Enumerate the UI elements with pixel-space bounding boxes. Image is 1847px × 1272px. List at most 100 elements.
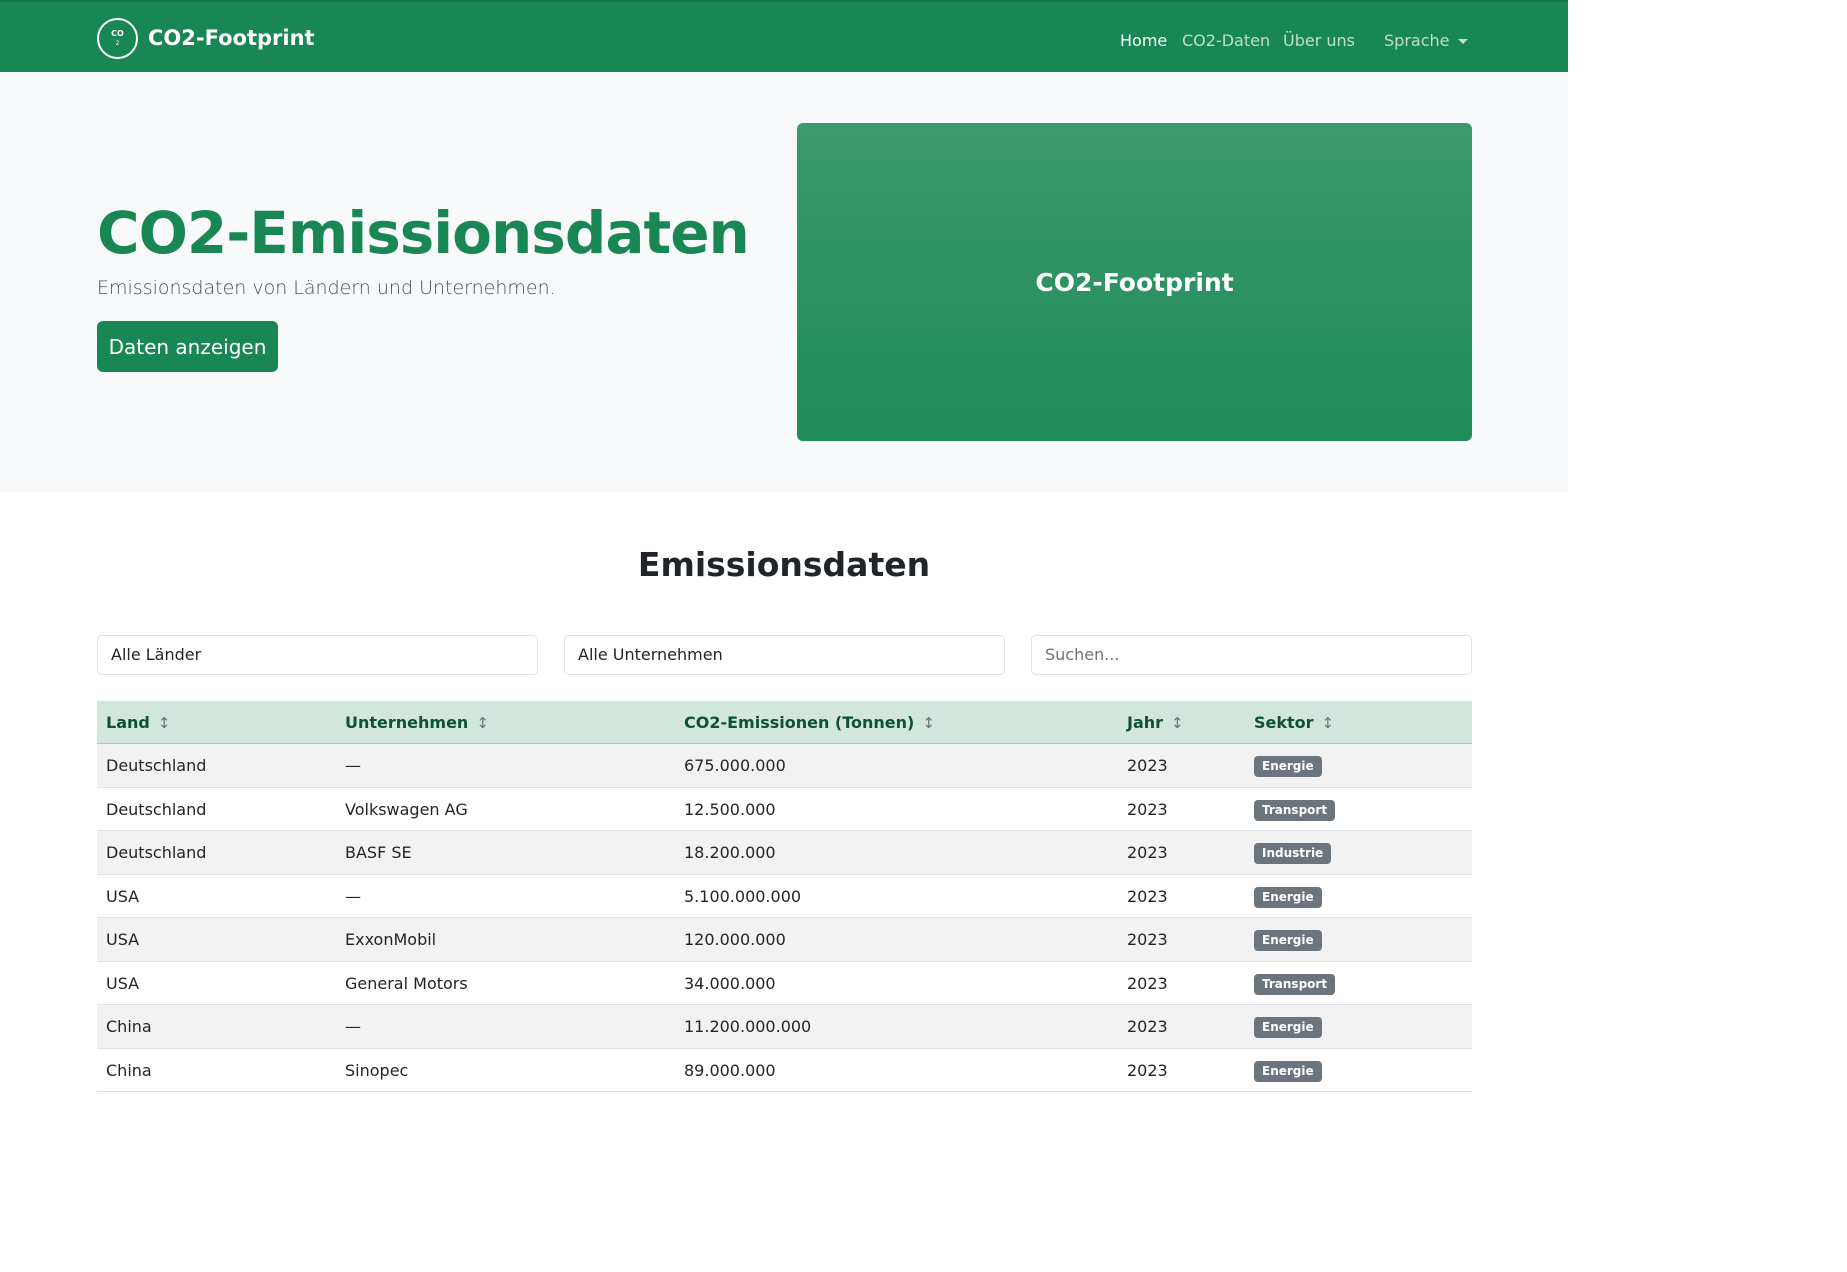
cell-sektor: Transport — [1254, 962, 1336, 1005]
cell-jahr: 2023 — [1127, 930, 1168, 949]
sort-icon: ↕ — [157, 714, 171, 732]
language-dropdown[interactable]: Sprache — [1384, 31, 1469, 50]
cell-sektor: Energie — [1254, 1005, 1322, 1048]
cell-jahr: 2023 — [1127, 1060, 1168, 1080]
navbar: CO 2 CO2-Footprint Home CO2-Daten Über u… — [0, 0, 1568, 72]
sector-badge: Industrie — [1254, 843, 1332, 864]
company-select[interactable]: Alle Unternehmen — [564, 635, 1005, 675]
country-select-value: Alle Länder — [111, 645, 202, 664]
cell-emissionen: 120.000.000 — [684, 930, 786, 949]
sector-badge: Energie — [1254, 930, 1322, 951]
table-row: China — 11.200.000.000 2023 Energie — [97, 1005, 1472, 1049]
cell-jahr: 2023 — [1127, 973, 1168, 993]
cell-unternehmen: General Motors — [345, 973, 468, 993]
cell-unternehmen: — — [345, 1017, 361, 1036]
cell-land: China — [106, 1060, 152, 1080]
emissions-table: Land ↕ Unternehmen ↕ CO2-Emissionen (Tonne… — [97, 701, 1472, 1092]
column-header-jahr[interactable]: Jahr ↕ — [1127, 701, 1184, 744]
nav-link-wrapper: Über uns — [1283, 28, 1355, 52]
sector-badge: Transport — [1254, 799, 1336, 821]
cell-land: Deutschland — [106, 756, 207, 775]
nav-link-wrapper: Sprache — [1384, 28, 1469, 52]
nav-link-home[interactable]: Home — [1120, 31, 1167, 50]
logo-subscript: 2 — [115, 39, 120, 47]
table-row: China Sinopec 89.000.000 2023 Energie — [97, 1049, 1472, 1092]
cell-jahr: 2023 — [1127, 799, 1168, 819]
cell-emissionen: 675.000.000 — [684, 756, 786, 775]
cell-jahr: 2023 — [1127, 756, 1168, 775]
column-label: Jahr — [1127, 713, 1164, 732]
brand-link[interactable]: CO 2 CO2-Footprint — [97, 16, 315, 60]
cell-unternehmen: Sinopec — [345, 1060, 409, 1080]
cell-emissionen: 11.200.000.000 — [684, 1017, 812, 1036]
table-row: USA General Motors 34.000.000 2023 Trans… — [97, 962, 1472, 1005]
sector-badge: Energie — [1254, 886, 1322, 908]
nav-link-wrapper: CO2-Daten — [1182, 28, 1270, 52]
hero-section: CO2-Emissionsdaten Emissionsdaten von Lä… — [0, 72, 1568, 492]
sort-icon: ↕ — [1171, 714, 1184, 732]
caret-down-icon — [1458, 38, 1469, 44]
cell-sektor: Transport — [1254, 788, 1336, 831]
sort-icon: ↕ — [476, 714, 489, 732]
hero-subtitle: Emissionsdaten von Ländern und Unternehm… — [97, 277, 556, 299]
cell-unternehmen: — — [345, 886, 361, 906]
column-header-emissionen[interactable]: CO2-Emissionen (Tonnen) ↕ — [684, 701, 935, 744]
nav-links: Home — [1120, 28, 1167, 52]
cell-land: USA — [106, 930, 140, 949]
cell-emissionen: 89.000.000 — [684, 1060, 776, 1080]
sector-badge: Energie — [1254, 1060, 1322, 1082]
cell-jahr: 2023 — [1127, 886, 1168, 906]
country-select[interactable]: Alle Länder — [97, 635, 538, 675]
logo-text: CO — [111, 28, 124, 38]
search-placeholder: Suchen... — [1045, 645, 1120, 664]
sector-badge: Energie — [1254, 1017, 1322, 1038]
search-input[interactable]: Suchen... — [1031, 635, 1472, 675]
table-row: Deutschland — 675.000.000 2023 Energie — [97, 744, 1472, 788]
cell-emissionen: 5.100.000.000 — [684, 886, 802, 906]
column-label: Land — [106, 713, 150, 732]
table-row: Deutschland Volkswagen AG 12.500.000 202… — [97, 788, 1472, 831]
cell-unternehmen: ExxonMobil — [345, 930, 437, 949]
column-label: CO2-Emissionen (Tonnen) — [684, 713, 915, 732]
cell-sektor: Energie — [1254, 918, 1322, 961]
sector-badge: Energie — [1254, 756, 1322, 777]
cell-sektor: Energie — [1254, 875, 1322, 918]
cell-unternehmen: — — [345, 756, 361, 775]
show-data-button[interactable]: Daten anzeigen — [97, 321, 278, 372]
cell-emissionen: 18.200.000 — [684, 843, 776, 862]
cell-sektor: Energie — [1254, 744, 1322, 787]
cell-jahr: 2023 — [1127, 1017, 1168, 1036]
sort-icon: ↕ — [922, 714, 935, 732]
cell-land: USA — [106, 973, 140, 993]
table-header: Land ↕ Unternehmen ↕ CO2-Emissionen (Tonne… — [97, 701, 1472, 744]
cell-sektor: Energie — [1254, 1049, 1322, 1092]
cell-emissionen: 34.000.000 — [684, 973, 776, 993]
hero-title: CO2-Emissionsdaten — [97, 199, 750, 267]
nav-link-ueber-uns[interactable]: Über uns — [1283, 31, 1355, 50]
company-select-value: Alle Unternehmen — [578, 645, 723, 664]
column-label: Unternehmen — [345, 713, 469, 732]
cell-land: USA — [106, 886, 140, 906]
section-title: Emissionsdaten — [637, 545, 931, 584]
cell-unternehmen: Volkswagen AG — [345, 799, 468, 819]
cell-land: China — [106, 1017, 152, 1036]
column-label: Sektor — [1254, 713, 1314, 732]
column-header-unternehmen[interactable]: Unternehmen ↕ — [345, 701, 489, 744]
column-header-sektor[interactable]: Sektor ↕ — [1254, 701, 1334, 744]
co2-logo-icon: CO 2 — [97, 17, 138, 59]
cell-jahr: 2023 — [1127, 843, 1168, 862]
brand-name: CO2-Footprint — [148, 26, 315, 50]
cell-land: Deutschland — [106, 799, 207, 819]
cell-emissionen: 12.500.000 — [684, 799, 776, 819]
hero-image-box: CO2-Footprint — [797, 123, 1472, 441]
cell-sektor: Industrie — [1254, 831, 1332, 874]
table-row: USA ExxonMobil 120.000.000 2023 Energie — [97, 918, 1472, 962]
nav-link-co2-daten[interactable]: CO2-Daten — [1182, 31, 1270, 50]
sort-icon: ↕ — [1321, 714, 1335, 732]
sector-badge: Transport — [1254, 973, 1336, 995]
hero-box-label: CO2-Footprint — [1035, 267, 1234, 297]
column-header-land[interactable]: Land ↕ — [106, 701, 170, 744]
table-row: Deutschland BASF SE 18.200.000 2023 Indu… — [97, 831, 1472, 875]
table-row: USA — 5.100.000.000 2023 Energie — [97, 875, 1472, 918]
cell-unternehmen: BASF SE — [345, 843, 412, 862]
